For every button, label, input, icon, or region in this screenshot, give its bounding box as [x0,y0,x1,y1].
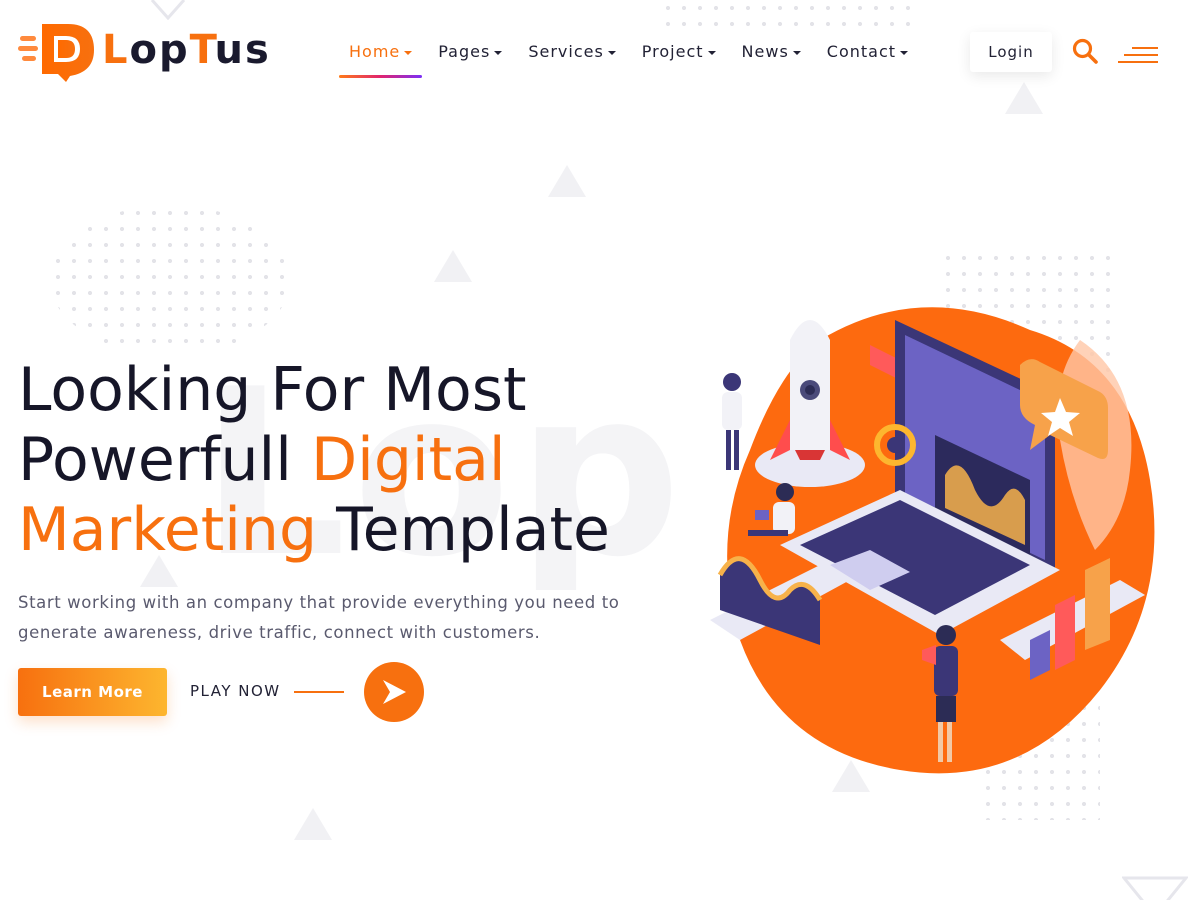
nav-item-contact[interactable]: Contact [817,34,918,78]
background-triangle-outline [1122,876,1188,900]
brand-logo[interactable]: LopTus [18,18,271,82]
search-icon[interactable] [1072,38,1098,64]
hero-illustration [710,307,1155,774]
background-dot-pattern [50,205,290,355]
hero-title-line3-accent: Marketing [18,495,318,565]
nav-label: Home [349,42,401,61]
background-triangle [548,165,586,197]
background-dot-pattern [660,0,920,30]
play-divider [294,691,344,693]
nav-label: Project [641,42,704,61]
nav-item-project[interactable]: Project [632,34,726,78]
nav-label: Contact [826,42,897,61]
play-now-link[interactable]: PLAY NOW [190,682,281,700]
login-button[interactable]: Login [970,32,1052,72]
play-button[interactable] [364,662,424,722]
brand-name-letter: L [102,27,130,73]
nav-item-home[interactable]: Home [339,34,423,78]
background-triangle [434,250,472,282]
brand-name-p: p [158,27,190,73]
background-triangle [1005,82,1043,114]
hero-title-line3-plain: Template [317,495,610,565]
brand-name-accent: o [129,27,159,73]
nav-item-news[interactable]: News [732,34,811,78]
nav-label: News [741,42,789,61]
nav-label: Pages [438,42,491,61]
hero-title-line2-plain: Powerfull [18,425,311,495]
nav-item-pages[interactable]: Pages [428,34,512,78]
chevron-down-icon [707,51,716,55]
hero-title-line2-accent: Digital [310,425,506,495]
chevron-down-icon [792,51,801,55]
background-triangle-outline [150,0,186,20]
brand-name: LopTus [102,30,271,70]
nav-label: Services [528,42,604,61]
main-nav: Home Pages Services Project News Contact [339,34,924,78]
chevron-down-icon [900,51,909,55]
brand-name-rest: pTus [159,27,271,73]
hero-title: Looking For Most Powerfull Digital Marke… [18,355,678,565]
chevron-down-icon [404,51,413,55]
brand-name-us: us [214,27,271,73]
brand-name-t: T [189,27,215,73]
chevron-down-icon [494,51,503,55]
hero-title-line1: Looking For Most [18,355,527,425]
hero-description: Start working with an company that provi… [18,593,620,642]
play-icon [383,680,406,704]
background-triangle [294,808,332,840]
logo-mark-icon [18,24,94,82]
hamburger-menu-icon[interactable] [1118,46,1160,66]
nav-item-services[interactable]: Services [518,34,625,78]
chevron-down-icon [607,51,616,55]
learn-more-button[interactable]: Learn More [18,668,167,716]
